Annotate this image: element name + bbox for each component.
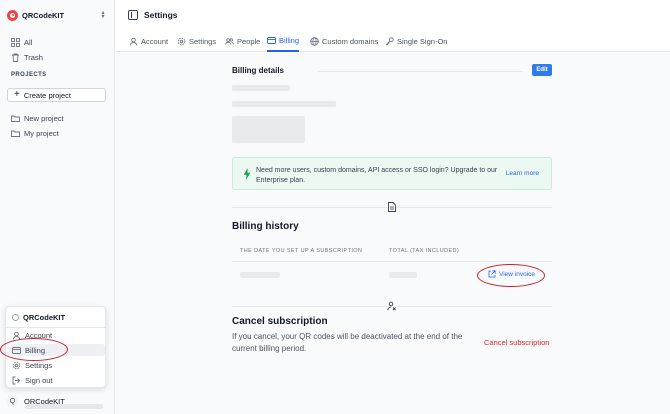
projects-heading: PROJECTS [11, 72, 47, 78]
edit-billing-button[interactable]: Edit [532, 64, 552, 76]
sidebar-item-label: Trash [24, 52, 43, 62]
sign-out-icon [12, 376, 21, 385]
user-email-placeholder [25, 404, 103, 409]
skeleton-date [240, 272, 280, 278]
billing-content [116, 53, 670, 414]
user-icon [129, 37, 138, 46]
tab-custom-domains[interactable]: Custom domains [310, 30, 378, 52]
skeleton-block [232, 116, 305, 143]
tab-single-sign-on[interactable]: Single Sign-On [385, 30, 447, 52]
menu-item-sign-out[interactable]: Sign out [12, 374, 102, 386]
tab-label: People [237, 36, 261, 46]
menu-item-account[interactable]: Account [12, 329, 102, 341]
skeleton-total [389, 272, 417, 278]
folder-icon [11, 129, 20, 138]
sidebar: QRCodeKIT ▴ ▾ All Trash PROJECTS + Create… [0, 0, 115, 414]
gear-icon [12, 361, 21, 370]
grid-icon [11, 37, 20, 47]
menu-item-billing[interactable]: Billing [10, 344, 105, 356]
account-menu-title: QRCodeKIT [23, 312, 66, 322]
tab-label: Billing [279, 35, 300, 45]
avatar: Q [7, 395, 18, 407]
menu-item-label: Settings [25, 360, 53, 370]
account-menu: QRCodeKIT Account Billing Settings Sign [5, 306, 106, 388]
tab-label: Custom domains [322, 36, 379, 46]
cancel-subscription-button[interactable]: Cancel subscription [484, 338, 549, 347]
upgrade-banner-text: Need more users, custom domains, API acc… [256, 167, 498, 184]
table-divider [232, 261, 552, 262]
gear-icon [177, 37, 186, 46]
plus-icon: + [14, 89, 20, 100]
document-icon [387, 202, 397, 212]
user-icon [12, 331, 21, 340]
tab-label: Account [141, 36, 169, 46]
menu-item-label: Account [25, 330, 53, 340]
sidebar-item-my-project[interactable]: My project [11, 127, 59, 139]
user-remove-icon [387, 301, 397, 311]
tab-billing[interactable]: Billing [267, 30, 300, 52]
workspace-name: QRCodeKIT [22, 10, 65, 20]
lightning-icon [243, 168, 251, 180]
key-icon [385, 36, 394, 46]
upgrade-banner: Need more users, custom domains, API acc… [232, 157, 552, 190]
people-icon [225, 37, 234, 46]
cancel-subscription-title: Cancel subscription [232, 316, 328, 327]
folder-icon [11, 114, 20, 123]
external-link-icon [488, 270, 496, 278]
sidebar-item-all[interactable]: All [11, 36, 32, 48]
tab-label: Settings [189, 36, 217, 46]
sidebar-item-label: New project [24, 113, 64, 123]
menu-item-label: Billing [25, 345, 46, 355]
menu-item-label: Sign out [25, 375, 53, 385]
cancel-subscription-description: If you cancel, your QR codes will be dea… [232, 332, 463, 353]
credit-card-icon [267, 36, 276, 45]
skeleton-line [232, 85, 290, 91]
page-title: Settings [144, 10, 178, 20]
tab-label: Single Sign-On [397, 36, 448, 46]
view-invoice-label: View invoice [499, 270, 536, 278]
column-header-total: TOTAL (TAX INCLUDED) [389, 248, 460, 254]
view-invoice-link[interactable]: View invoice [488, 270, 535, 278]
skeleton-line [232, 101, 336, 107]
sidebar-item-trash[interactable]: Trash [11, 51, 43, 63]
divider [6, 327, 105, 328]
sidebar-item-label: All [24, 37, 33, 47]
sidebar-toggle-icon[interactable] [128, 10, 138, 20]
top-bar: Settings [116, 0, 670, 30]
workspace-switcher[interactable]: QRCodeKIT ▴ ▾ [7, 7, 107, 23]
column-header-date: THE DATE YOU SET UP A SUBSCRIPTION [240, 248, 363, 254]
sidebar-item-label: My project [24, 128, 59, 138]
qrcodekit-logo-icon [7, 9, 18, 21]
billing-details-title: Billing details [232, 66, 285, 75]
create-project-button[interactable]: + Create project [7, 88, 106, 102]
credit-card-icon [12, 346, 21, 355]
tab-settings[interactable]: Settings [177, 30, 216, 52]
learn-more-link[interactable]: Learn more [506, 170, 539, 177]
tab-people[interactable]: People [225, 30, 260, 52]
sidebar-item-new-project[interactable]: New project [11, 112, 64, 124]
settings-tabs: Account Settings People Billing Custom d… [116, 30, 670, 52]
chevron-up-down-icon: ▴ ▾ [101, 10, 105, 20]
trash-icon [11, 53, 20, 62]
account-menu-header: QRCodeKIT [12, 311, 65, 323]
create-project-label: Create project [23, 90, 71, 100]
workspace-logo-icon [12, 313, 19, 321]
menu-item-settings[interactable]: Settings [12, 359, 102, 371]
tab-account[interactable]: Account [129, 30, 168, 52]
globe-icon [310, 36, 319, 46]
billing-history-title: Billing history [232, 221, 299, 232]
divider [318, 71, 523, 72]
